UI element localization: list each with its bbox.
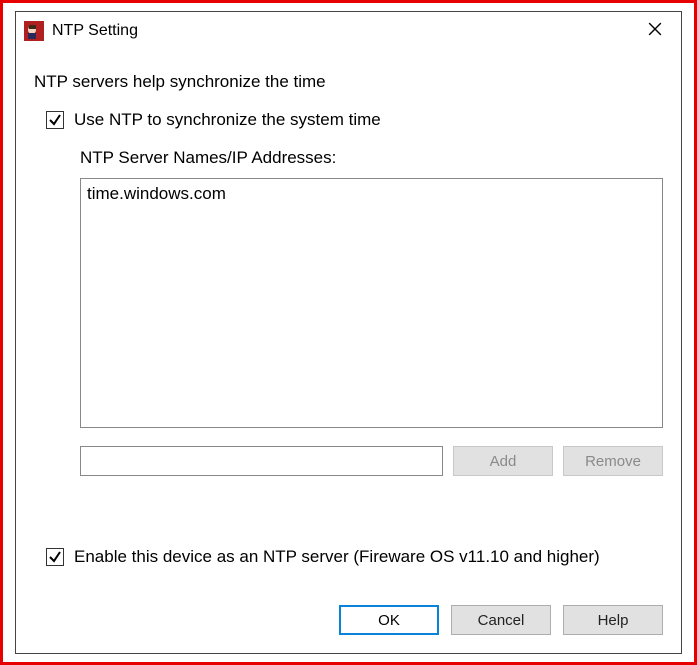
app-icon xyxy=(24,21,44,41)
list-item[interactable]: time.windows.com xyxy=(87,183,656,205)
ntp-setting-dialog: NTP Setting NTP servers help synchronize… xyxy=(15,11,682,654)
cancel-button[interactable]: Cancel xyxy=(451,605,551,635)
ok-button[interactable]: OK xyxy=(339,605,439,635)
close-icon xyxy=(648,22,662,41)
use-ntp-row: Use NTP to synchronize the system time xyxy=(46,110,663,130)
server-list-label: NTP Server Names/IP Addresses: xyxy=(80,148,663,168)
enable-server-label: Enable this device as an NTP server (Fir… xyxy=(74,547,600,567)
add-button[interactable]: Add xyxy=(453,446,553,476)
add-remove-row: Add Remove xyxy=(80,446,663,476)
window-title: NTP Setting xyxy=(52,22,635,40)
remove-button[interactable]: Remove xyxy=(563,446,663,476)
use-ntp-label: Use NTP to synchronize the system time xyxy=(74,110,381,130)
titlebar: NTP Setting xyxy=(16,12,681,50)
use-ntp-checkbox[interactable] xyxy=(46,111,64,129)
dialog-buttons: OK Cancel Help xyxy=(16,577,681,653)
enable-server-row: Enable this device as an NTP server (Fir… xyxy=(46,547,663,567)
dialog-content: NTP servers help synchronize the time Us… xyxy=(16,50,681,577)
help-button[interactable]: Help xyxy=(563,605,663,635)
server-section: NTP Server Names/IP Addresses: time.wind… xyxy=(80,140,663,521)
server-input[interactable] xyxy=(80,446,443,476)
enable-server-checkbox[interactable] xyxy=(46,548,64,566)
close-button[interactable] xyxy=(635,16,675,46)
server-listbox[interactable]: time.windows.com xyxy=(80,178,663,428)
intro-text: NTP servers help synchronize the time xyxy=(34,72,663,92)
